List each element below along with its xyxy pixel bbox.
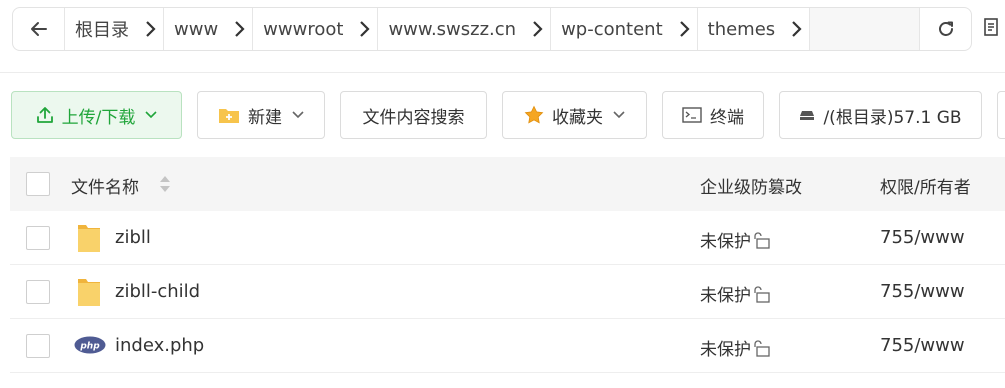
php-file-icon: php	[74, 336, 106, 354]
refresh-icon	[938, 21, 953, 36]
breadcrumb-item-root[interactable]: 根目录	[65, 8, 164, 50]
lock-icon	[754, 231, 770, 249]
breadcrumb-label: themes	[707, 18, 776, 40]
new-folder-icon	[219, 109, 239, 123]
terminal-icon	[682, 107, 702, 123]
refresh-button[interactable]	[919, 8, 971, 50]
chevron-right-icon	[228, 20, 250, 38]
chevron-down-icon	[145, 111, 157, 119]
column-header-name[interactable]: 文件名称	[71, 173, 139, 198]
file-content-search-button[interactable]: 文件内容搜索	[340, 91, 487, 139]
breadcrumb: 根目录 www wwwroot www.swszz.cn wp-content …	[12, 7, 972, 51]
breadcrumb-label: 根目录	[75, 20, 129, 41]
file-name[interactable]: zibll	[115, 227, 151, 248]
breadcrumb-item-site[interactable]: www.swszz.cn	[378, 8, 552, 50]
svg-text:php: php	[79, 342, 100, 352]
document-icon[interactable]	[984, 18, 998, 36]
breadcrumb-item-wp-content[interactable]: wp-content	[551, 8, 698, 50]
new-label: 新建	[248, 107, 282, 128]
chevron-down-icon	[613, 111, 625, 119]
column-header-protect: 企业级防篡改	[700, 178, 802, 198]
row-checkbox[interactable]	[26, 226, 50, 250]
permission-value[interactable]: 755/www	[880, 281, 965, 302]
folder-icon	[78, 279, 100, 306]
divider	[0, 72, 1005, 73]
table-row[interactable]: zibll-child 未保护 755/www	[10, 265, 1005, 319]
path-input-area[interactable]	[810, 8, 919, 50]
terminal-label: 终端	[710, 107, 744, 128]
column-header-permission: 权限/所有者	[880, 178, 971, 198]
file-name[interactable]: index.php	[115, 335, 204, 356]
file-name[interactable]: zibll-child	[115, 281, 200, 302]
table-header: 文件名称 企业级防篡改 权限/所有者	[10, 157, 1005, 211]
file-content-search-label: 文件内容搜索	[362, 107, 465, 128]
upload-download-label: 上传/下载	[61, 107, 136, 128]
select-all-checkbox[interactable]	[26, 172, 50, 196]
upload-download-button[interactable]: 上传/下载	[11, 91, 182, 139]
permission-value[interactable]: 755/www	[880, 227, 965, 248]
favorites-label: 收藏夹	[552, 107, 603, 128]
more-toolbar-button[interactable]	[997, 91, 1005, 139]
breadcrumb-label: www	[174, 18, 219, 40]
table-row[interactable]: zibll 未保护 755/www	[10, 211, 1005, 265]
new-button[interactable]: 新建	[197, 91, 325, 139]
chevron-right-icon	[139, 20, 161, 38]
protect-status[interactable]: 未保护	[700, 335, 771, 360]
star-icon	[524, 105, 544, 124]
chevron-right-icon	[526, 20, 548, 38]
row-checkbox[interactable]	[26, 334, 50, 358]
favorites-button[interactable]: 收藏夹	[502, 91, 647, 139]
protect-label: 未保护	[700, 232, 751, 252]
chevron-right-icon	[785, 20, 807, 38]
folder-icon	[78, 225, 100, 252]
breadcrumb-label: www.swszz.cn	[388, 18, 517, 40]
breadcrumb-label: wp-content	[561, 18, 663, 40]
protect-status[interactable]: 未保护	[700, 281, 771, 306]
protect-status[interactable]: 未保护	[700, 227, 771, 252]
breadcrumb-item-themes[interactable]: themes	[698, 8, 811, 50]
protect-label: 未保护	[700, 340, 751, 360]
protect-label: 未保护	[700, 286, 751, 306]
disk-icon	[800, 111, 815, 120]
breadcrumb-label: wwwroot	[263, 18, 344, 40]
back-button[interactable]	[13, 8, 65, 50]
upload-icon	[36, 107, 53, 123]
chevron-right-icon	[673, 20, 695, 38]
chevron-down-icon	[292, 111, 304, 119]
lock-icon	[754, 285, 770, 303]
arrow-left-icon	[30, 22, 47, 36]
permission-value[interactable]: 755/www	[880, 335, 965, 356]
breadcrumb-item-www[interactable]: www	[164, 8, 254, 50]
breadcrumb-item-wwwroot[interactable]: wwwroot	[253, 8, 379, 50]
sort-icon[interactable]	[158, 175, 172, 193]
row-checkbox[interactable]	[26, 280, 50, 304]
chevron-right-icon	[353, 20, 375, 38]
table-row[interactable]: php index.php 未保护 755/www	[10, 319, 1005, 373]
terminal-button[interactable]: 终端	[662, 91, 764, 139]
lock-icon	[754, 339, 770, 357]
disk-label: /(根目录)57.1 GB	[823, 107, 962, 128]
disk-button[interactable]: /(根目录)57.1 GB	[779, 91, 982, 139]
